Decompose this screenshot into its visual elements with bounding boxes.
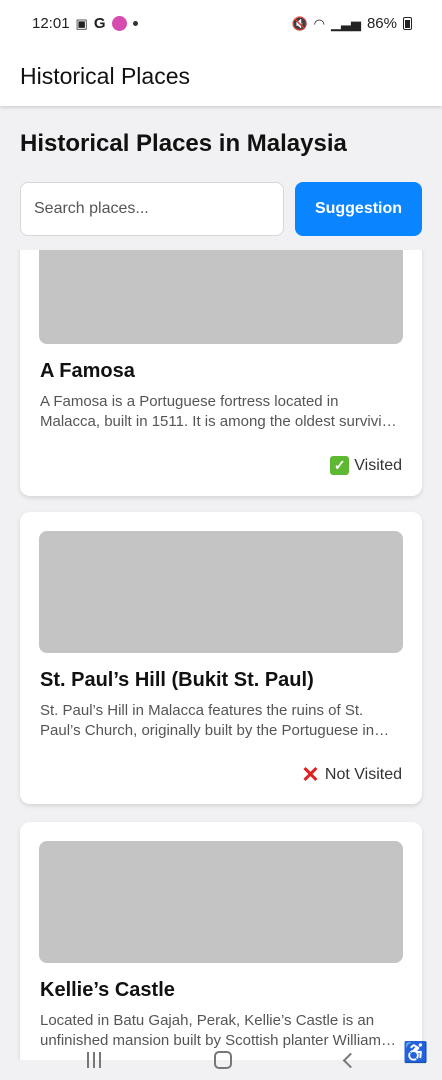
search-input[interactable] — [20, 182, 284, 236]
page-heading: Historical Places in Malaysia — [20, 130, 347, 157]
place-card[interactable]: St. Paul’s Hill (Bukit St. Paul) St. Pau… — [20, 512, 422, 804]
gallery-icon: ▣ — [75, 15, 88, 31]
place-card[interactable]: A Famosa A Famosa is a Portuguese fortre… — [20, 250, 422, 496]
place-image — [39, 531, 403, 653]
status-bar: 12:01 ▣ G 🔇 ◠ ▁▃▅ 86% — [0, 0, 442, 46]
battery-icon — [403, 16, 412, 30]
places-list[interactable]: A Famosa A Famosa is a Portuguese fortre… — [0, 250, 442, 1060]
place-image — [39, 841, 403, 963]
cross-icon: ✕ — [301, 761, 320, 787]
place-card[interactable]: Kellie’s Castle Located in Batu Gajah, P… — [20, 822, 422, 1060]
app-icon — [111, 15, 127, 31]
status-left: 12:01 ▣ G — [32, 15, 138, 32]
google-icon: G — [93, 14, 106, 32]
signal-icon: ▁▃▅ — [330, 15, 361, 31]
back-button[interactable] — [342, 1052, 358, 1068]
system-nav-bar — [0, 1040, 442, 1080]
notification-dot-icon — [132, 20, 138, 26]
place-title: St. Paul’s Hill (Bukit St. Paul) — [40, 669, 314, 691]
mute-icon: 🔇 — [291, 15, 308, 31]
place-title: A Famosa — [40, 360, 135, 382]
place-description: A Famosa is a Portuguese fortress locate… — [40, 393, 399, 430]
visit-status-label: Visited — [354, 456, 402, 474]
home-button[interactable] — [213, 1051, 232, 1069]
accessibility-icon[interactable]: ♿ — [403, 1040, 428, 1065]
wifi-icon: ◠ — [313, 15, 325, 31]
suggestion-button[interactable]: Suggestion — [295, 182, 422, 236]
visit-status[interactable]: ✕ Not Visited — [301, 761, 402, 787]
clock: 12:01 — [32, 14, 70, 32]
status-right: 🔇 ◠ ▁▃▅ 86% — [291, 15, 412, 32]
place-description: St. Paul’s Hill in Malacca features the … — [40, 702, 375, 739]
recent-apps-button[interactable] — [86, 1052, 101, 1068]
check-icon: ✓ — [330, 456, 350, 475]
place-image — [39, 250, 403, 344]
search-row: Suggestion — [20, 182, 422, 236]
visit-status[interactable]: ✓ Visited — [330, 456, 402, 475]
app-title: Historical Places — [20, 62, 190, 89]
place-title: Kellie’s Castle — [40, 979, 175, 1001]
battery-percent: 86% — [366, 14, 397, 32]
app-bar: Historical Places — [0, 46, 442, 106]
visit-status-label: Not Visited — [324, 765, 402, 783]
